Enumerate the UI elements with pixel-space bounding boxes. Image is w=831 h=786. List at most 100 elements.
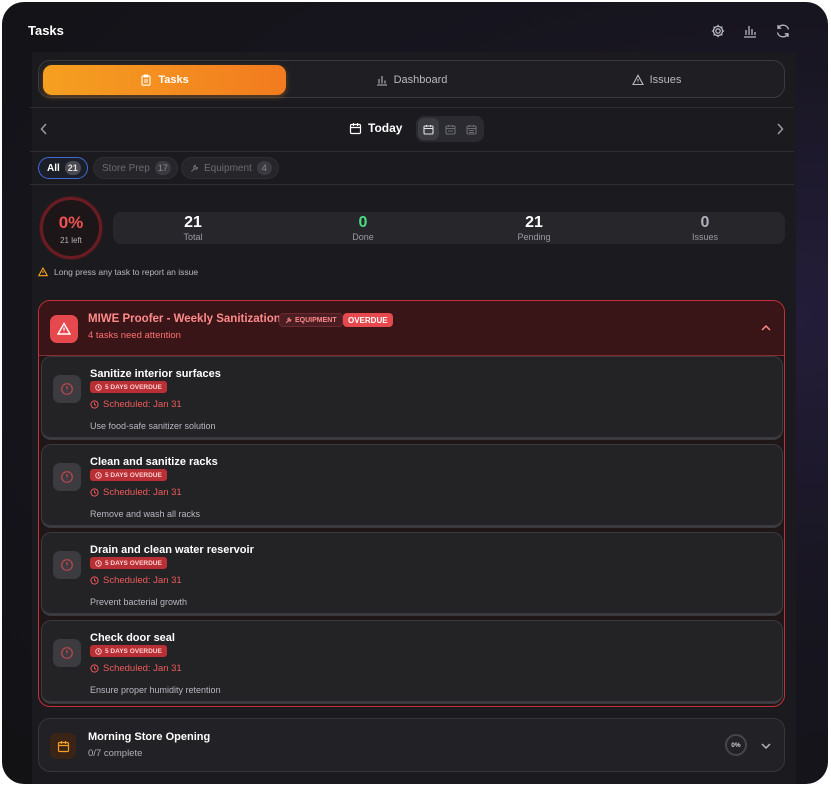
overdue-badge: OVERDUE	[343, 313, 393, 327]
stat-pending: 21 Pending	[474, 213, 594, 243]
filter-label: Store Prep	[102, 162, 150, 174]
view-day-button[interactable]	[418, 118, 439, 140]
badge-label: 5 DAYS OVERDUE	[105, 471, 162, 479]
refresh-icon[interactable]	[775, 23, 791, 39]
stat-issues: 0 Issues	[645, 213, 765, 243]
alert-circle-icon	[53, 375, 81, 403]
filter-store-prep[interactable]: Store Prep 17	[93, 157, 178, 179]
overdue-days-badge: 5 DAYS OVERDUE	[90, 469, 167, 481]
calendar-week-icon	[444, 124, 456, 135]
task-card[interactable]: Sanitize interior surfaces 5 DAYS OVERDU…	[41, 356, 783, 440]
prev-day-button[interactable]	[38, 122, 50, 136]
group-header[interactable]: MIWE Proofer - Weekly Sanitization EQUIP…	[39, 301, 784, 356]
progress-left: 21 left	[60, 236, 82, 245]
stat-value: 21	[525, 214, 543, 231]
expand-button[interactable]	[760, 740, 772, 752]
equipment-tag: EQUIPMENT	[279, 313, 343, 327]
hint-text: Long press any task to report an issue	[54, 267, 199, 277]
clock-icon	[95, 647, 102, 655]
progress-percent: 0%	[58, 213, 84, 232]
task-title: Clean and sanitize racks	[90, 456, 218, 468]
tab-issues[interactable]: Issues	[535, 65, 778, 95]
overdue-days-badge: 5 DAYS OVERDUE	[90, 645, 167, 657]
chevron-up-icon	[761, 324, 771, 331]
scheduled-text: Scheduled: Jan 31	[103, 487, 182, 498]
filter-label: Equipment	[204, 162, 252, 174]
task-description: Use food-safe sanitizer solution	[90, 421, 216, 431]
task-card[interactable]: Clean and sanitize racks 5 DAYS OVERDUE …	[41, 444, 783, 528]
tab-label: Tasks	[158, 74, 189, 86]
task-card[interactable]: Drain and clean water reservoir 5 DAYS O…	[41, 532, 783, 616]
group-subtitle: 4 tasks need attention	[88, 330, 181, 341]
task-description: Prevent bacterial growth	[90, 597, 188, 607]
collapse-button[interactable]	[760, 322, 772, 334]
view-week-button[interactable]	[440, 118, 461, 140]
task-scheduled: Scheduled: Jan 31	[90, 487, 182, 498]
overdue-task-group: MIWE Proofer - Weekly Sanitization EQUIP…	[38, 300, 785, 707]
alert-circle-icon	[53, 639, 81, 667]
progress-ring: 0% 21 left	[40, 197, 102, 259]
clock-icon	[90, 400, 99, 409]
group-title: MIWE Proofer - Weekly Sanitization	[88, 313, 281, 325]
long-press-hint: Long press any task to report an issue	[38, 267, 198, 277]
divider	[30, 184, 794, 185]
stat-label: Issues	[691, 232, 718, 242]
badge-label: 5 DAYS OVERDUE	[105, 647, 162, 655]
stats-bar: 21 Total 0 Done 21 Pending 0 Issues	[113, 212, 785, 244]
tab-tasks[interactable]: Tasks	[43, 65, 286, 95]
tab-label: Issues	[649, 74, 682, 86]
wrench-icon	[190, 164, 199, 172]
calendar-icon	[50, 733, 76, 759]
filter-count: 21	[64, 161, 81, 175]
tab-bar: Tasks Dashboard Issues	[38, 60, 785, 98]
overdue-days-badge: 5 DAYS OVERDUE	[90, 557, 167, 569]
chevron-left-icon	[40, 123, 47, 135]
scheduled-text: Scheduled: Jan 31	[103, 399, 182, 410]
clock-icon	[95, 471, 102, 479]
task-scheduled: Scheduled: Jan 31	[90, 575, 182, 586]
filter-all[interactable]: All 21	[38, 157, 88, 179]
calendar-icon	[349, 122, 362, 134]
task-description: Remove and wash all racks	[90, 509, 201, 519]
stat-value: 21	[184, 214, 202, 231]
warning-icon	[631, 74, 644, 86]
alert-circle-icon	[53, 551, 81, 579]
bar-chart-icon[interactable]	[742, 23, 758, 39]
task-group-morning-opening[interactable]: Morning Store Opening 0/7 complete 0%	[38, 718, 785, 772]
task-title: Drain and clean water reservoir	[90, 544, 254, 556]
task-description: Ensure proper humidity retention	[90, 685, 221, 695]
clipboard-icon	[141, 74, 151, 86]
badge-label: 5 DAYS OVERDUE	[105, 559, 162, 567]
calendar-month-icon	[466, 124, 477, 135]
date-label[interactable]: Today	[349, 121, 402, 135]
bar-chart-icon	[376, 76, 387, 86]
settings-icon[interactable]	[710, 23, 726, 39]
stat-label: Done	[352, 232, 374, 242]
filter-count: 4	[256, 161, 272, 175]
filter-count: 17	[154, 161, 171, 175]
task-scheduled: Scheduled: Jan 31	[90, 663, 182, 674]
next-day-button[interactable]	[774, 122, 786, 136]
alert-icon	[50, 315, 78, 343]
stat-value: 0	[358, 214, 368, 231]
app-title: Tasks	[28, 23, 64, 38]
clock-icon	[90, 488, 99, 497]
divider	[30, 151, 794, 152]
warning-icon	[38, 267, 48, 277]
scheduled-text: Scheduled: Jan 31	[103, 663, 182, 674]
today-label: Today	[368, 121, 403, 135]
task-card[interactable]: Check door seal 5 DAYS OVERDUE Scheduled…	[41, 620, 783, 704]
view-month-button[interactable]	[461, 118, 482, 140]
task-scheduled: Scheduled: Jan 31	[90, 399, 182, 410]
chevron-right-icon	[777, 123, 784, 135]
stat-total: 21 Total	[133, 213, 253, 243]
tab-dashboard[interactable]: Dashboard	[290, 65, 533, 95]
header: Tasks	[2, 2, 828, 52]
group-progress-ring: 0%	[725, 734, 747, 756]
chevron-down-icon	[761, 743, 771, 750]
task-title: Check door seal	[90, 632, 175, 644]
scheduled-text: Scheduled: Jan 31	[103, 575, 182, 586]
stat-done: 0 Done	[303, 213, 423, 243]
filter-equipment[interactable]: Equipment 4	[181, 157, 279, 179]
wrench-icon	[285, 317, 292, 323]
